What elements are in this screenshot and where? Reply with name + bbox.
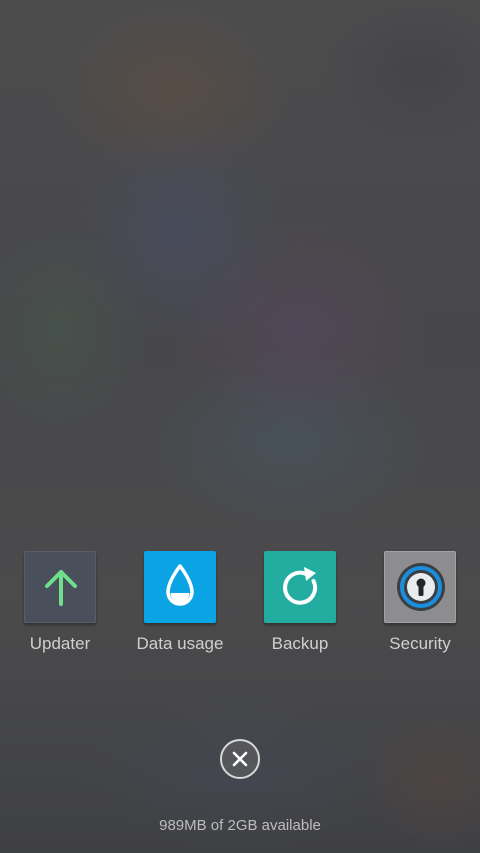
shortcut-label: Backup bbox=[271, 634, 329, 653]
quick-shortcuts-row: Updater Data usage Backup Security bbox=[0, 551, 480, 661]
security-tile bbox=[384, 551, 456, 623]
shortcut-label: Data usage bbox=[136, 634, 224, 653]
keyhole-icon bbox=[397, 563, 445, 611]
shortcut-label: Updater bbox=[29, 634, 91, 653]
memory-status-text: 989MB of 2GB available bbox=[159, 817, 321, 834]
data-usage-tile bbox=[144, 551, 216, 623]
close-icon bbox=[232, 751, 248, 767]
water-drop-icon bbox=[166, 564, 194, 606]
blurred-wallpaper bbox=[0, 0, 480, 853]
shortcut-updater[interactable]: Updater bbox=[0, 551, 120, 661]
shortcut-label: Security bbox=[389, 634, 451, 653]
shortcut-backup[interactable]: Backup bbox=[240, 551, 360, 661]
close-button[interactable] bbox=[220, 739, 260, 779]
backup-tile bbox=[264, 551, 336, 623]
arrow-up-icon bbox=[45, 570, 77, 606]
shortcut-data-usage[interactable]: Data usage bbox=[120, 551, 240, 661]
shortcut-security[interactable]: Security bbox=[360, 551, 480, 661]
updater-tile bbox=[24, 551, 96, 623]
refresh-icon bbox=[283, 567, 318, 605]
